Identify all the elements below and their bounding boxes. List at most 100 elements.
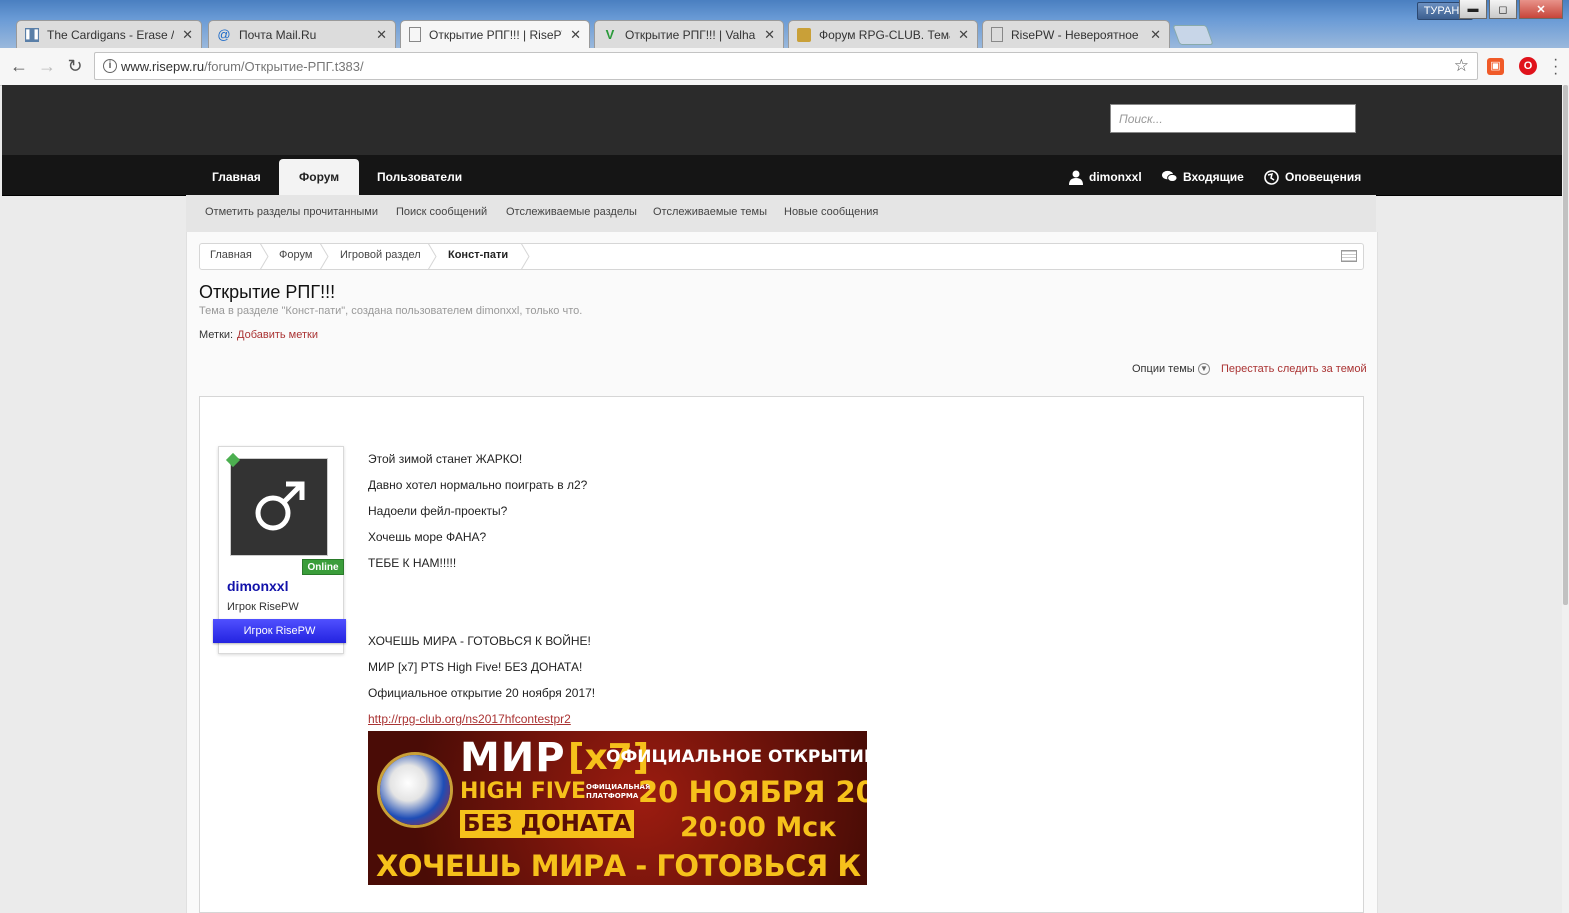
browser-tab-active[interactable]: Открытие РПГ!!! | RisePW ✕ — [400, 20, 590, 48]
user-icon — [1068, 170, 1083, 185]
post-banner-image[interactable]: МИР [x7] ОФИЦИАЛЬНОЕ ОТКРЫТИЕ HIGH FIVE … — [368, 731, 867, 885]
reload-icon[interactable]: ↻ — [64, 56, 86, 76]
info-icon[interactable]: i — [103, 59, 117, 73]
browser-tab[interactable]: RisePW - Невероятное н ✕ — [982, 20, 1170, 48]
close-window-button[interactable]: ✕ — [1519, 0, 1563, 19]
minimize-button[interactable]: ▬ — [1459, 0, 1487, 19]
author-title: Игрок RisePW — [227, 601, 299, 613]
breadcrumb-game-section[interactable]: Игровой раздел — [340, 249, 421, 261]
user-menu[interactable]: dimonxxl — [1068, 167, 1142, 187]
browser-tab[interactable]: @ Почта Mail.Ru ✕ — [208, 20, 396, 48]
tab-title: RisePW - Невероятное н — [1011, 27, 1143, 42]
pause-icon: ❚❚ — [23, 27, 41, 42]
page-icon — [409, 27, 421, 42]
breadcrumb-home[interactable]: Главная — [210, 249, 252, 261]
close-tab-icon[interactable]: ✕ — [570, 27, 581, 43]
close-tab-icon[interactable]: ✕ — [182, 27, 193, 43]
search-input[interactable]: Поиск... — [1110, 104, 1356, 133]
url-text[interactable]: www.risepw.ru/forum/Открытие-РПГ.t383/ — [121, 59, 364, 74]
close-tab-icon[interactable]: ✕ — [958, 27, 969, 43]
tab-title: Почта Mail.Ru — [239, 27, 317, 42]
breadcrumb-current[interactable]: Конст-пати — [448, 249, 508, 261]
subnav-new-posts[interactable]: Новые сообщения — [784, 206, 878, 218]
breadcrumb-separator-icon — [427, 243, 437, 270]
post-line: Давно хотел нормально поиграть в л2? — [368, 478, 588, 492]
globe-icon — [1264, 169, 1279, 185]
emblem-icon — [380, 755, 450, 825]
shield-icon — [797, 27, 811, 42]
unwatch-thread-link[interactable]: Перестать следить за темой — [1221, 363, 1367, 375]
tab-title: Открытие РПГ!!! | RisePW — [429, 27, 563, 42]
browser-tab[interactable]: Форум RPG-CLUB. Тема ✕ — [788, 20, 978, 48]
user-banner: Игрок RisePW — [213, 619, 346, 643]
alerts-link[interactable]: Оповещения — [1264, 167, 1361, 187]
post-line: ХОЧЕШЬ МИРА - ГОТОВЬСЯ К ВОЙНЕ! — [368, 634, 591, 648]
forward-icon[interactable]: → — [36, 56, 58, 76]
subnav-search-messages[interactable]: Поиск сообщений — [396, 206, 487, 218]
bookmark-star-icon[interactable]: ☆ — [1454, 56, 1469, 76]
banner-official-opening: ОФИЦИАЛЬНОЕ ОТКРЫТИЕ — [606, 747, 867, 767]
browser-tab[interactable]: V Открытие РПГ!!! | Valhal ✕ — [594, 20, 784, 48]
subnav-mark-read[interactable]: Отметить разделы прочитанными — [205, 206, 378, 218]
nav-tab-users[interactable]: Пользователи — [357, 159, 482, 195]
close-tab-icon[interactable]: ✕ — [1150, 27, 1161, 43]
breadcrumb-separator-icon — [259, 243, 269, 270]
inbox-label: Входящие — [1183, 170, 1244, 184]
extension-icon[interactable]: ▣ — [1487, 58, 1504, 75]
page-icon — [991, 27, 1003, 42]
username: dimonxxl — [1089, 170, 1142, 184]
nav-tab-home[interactable]: Главная — [192, 159, 281, 195]
close-tab-icon[interactable]: ✕ — [376, 27, 387, 43]
thread-description: Тема в разделе "Конст-пати", создана пол… — [199, 305, 583, 317]
tags-label: Метки: — [199, 329, 234, 341]
opera-extension-icon[interactable]: O — [1519, 57, 1537, 75]
banner-mir: МИР — [460, 735, 566, 781]
window-controls: ▬ ◻ ✕ — [1459, 0, 1563, 20]
url-host: www.risepw.ru — [121, 59, 205, 74]
add-tags-link[interactable]: Добавить метки — [237, 329, 318, 341]
online-badge: Online — [302, 559, 344, 575]
post-line: Надоели фейл-проекты? — [368, 504, 508, 518]
v-icon: V — [605, 27, 615, 42]
post-line: ТЕБЕ К НАМ!!!!! — [368, 556, 457, 570]
tab-title: The Cardigans - Erase / R — [47, 27, 175, 42]
alerts-label: Оповещения — [1285, 170, 1362, 184]
new-tab-button[interactable] — [1172, 25, 1214, 45]
post-line: Хочешь море ФАНА? — [368, 530, 487, 544]
back-icon[interactable]: ← — [8, 56, 30, 76]
avatar[interactable] — [230, 458, 328, 556]
browser-toolbar: ← → ↻ i www.risepw.ru/forum/Открытие-РПГ… — [0, 48, 1569, 86]
banner-slogan: ХОЧЕШЬ МИРА - ГОТОВЬСЯ К ВОЙНЕ — [376, 849, 867, 883]
breadcrumb-forum[interactable]: Форум — [279, 249, 312, 261]
subnav-watched-threads[interactable]: Отслеживаемые темы — [653, 206, 767, 218]
address-bar[interactable]: i www.risepw.ru/forum/Открытие-РПГ.t383/… — [94, 52, 1478, 80]
chat-icon — [1162, 170, 1177, 185]
nav-tab-forum[interactable]: Форум — [279, 159, 360, 195]
maximize-button[interactable]: ◻ — [1489, 0, 1517, 19]
tab-title: Форум RPG-CLUB. Тема — [819, 27, 951, 42]
url-path: /forum/Открытие-РПГ.t383/ — [204, 59, 364, 74]
banner-platform: ОФИЦИАЛЬНАЯ ПЛАТФОРМА — [586, 783, 651, 800]
tab-title: Открытие РПГ!!! | Valhal — [625, 27, 757, 42]
banner-date: 20 НОЯБРЯ 2017 — [638, 775, 867, 809]
subnav-watched-forums[interactable]: Отслеживаемые разделы — [506, 206, 637, 218]
post-line: Этой зимой станет ЖАРКО! — [368, 452, 523, 466]
jump-menu-icon[interactable] — [1341, 250, 1357, 262]
banner-high-five: HIGH FIVE — [460, 779, 586, 804]
post-line: МИР [x7] PTS High Five! БЕЗ ДОНАТА! — [368, 660, 583, 674]
male-symbol-icon — [255, 481, 305, 531]
post-link[interactable]: http://rpg-club.org/ns2017hfcontestpr2 — [368, 712, 571, 726]
at-icon: @ — [217, 27, 231, 42]
browser-tab[interactable]: ❚❚ The Cardigans - Erase / R ✕ — [16, 20, 202, 48]
chevron-down-icon[interactable]: ▼ — [1198, 363, 1210, 375]
banner-time: 20:00 Мск — [680, 812, 837, 843]
inbox-link[interactable]: Входящие — [1162, 167, 1244, 187]
scrollbar-thumb[interactable] — [1563, 85, 1568, 605]
post-line: Официальное открытие 20 ноября 2017! — [368, 686, 596, 700]
post-author[interactable]: dimonxxl — [227, 578, 288, 594]
close-tab-icon[interactable]: ✕ — [764, 27, 775, 43]
menu-icon[interactable]: · · · — [1553, 52, 1558, 82]
thread-options-label[interactable]: Опции темы — [1132, 363, 1195, 375]
banner-no-donate: БЕЗ ДОНАТА — [460, 810, 635, 838]
breadcrumb-separator-icon — [520, 243, 530, 270]
